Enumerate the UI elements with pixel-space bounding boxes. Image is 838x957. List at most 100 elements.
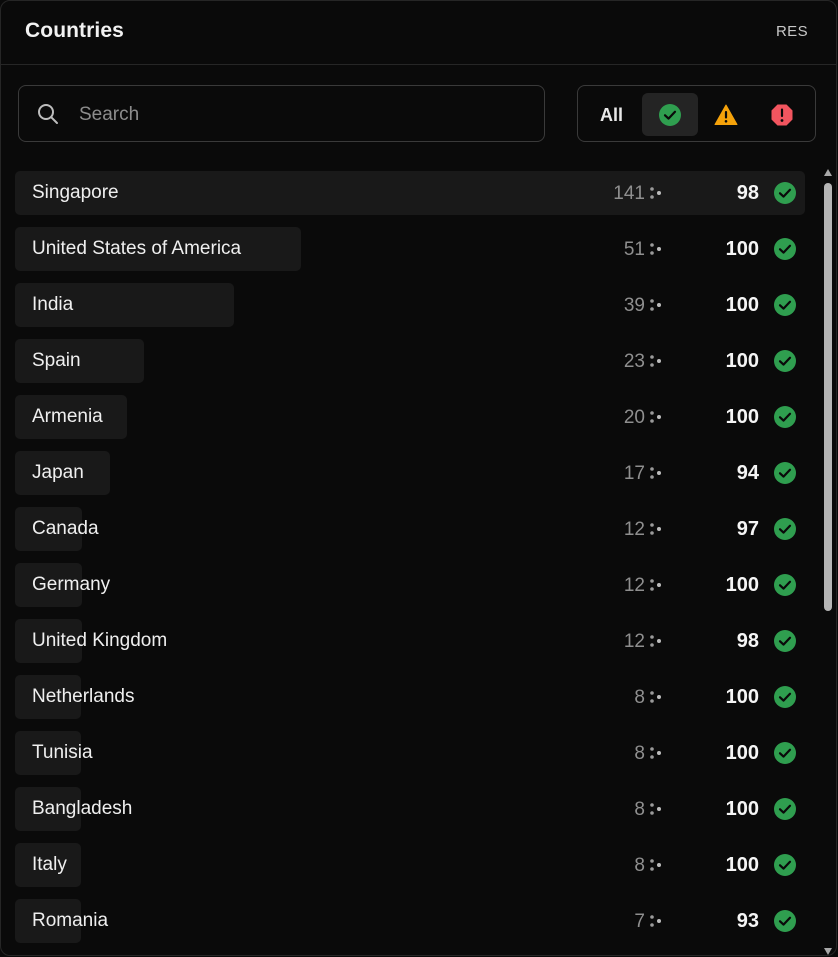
country-row[interactable]: Italy 8 100 [15, 843, 807, 899]
country-name: Canada [32, 518, 99, 539]
country-row[interactable]: Romania 7 93 [15, 899, 807, 955]
check-circle-icon [774, 294, 796, 316]
country-row[interactable]: Tunisia 8 100 [15, 731, 807, 787]
filter-warning[interactable] [698, 93, 754, 136]
nodes-icon [650, 915, 661, 927]
uptime-score: 97 [736, 518, 759, 540]
uptime-score: 94 [736, 462, 759, 484]
check-circle-icon [659, 103, 681, 126]
res-badge[interactable]: RES [776, 23, 808, 40]
uptime-score: 100 [725, 742, 759, 764]
node-count: 23 [623, 351, 645, 372]
nodes-icon [650, 355, 661, 367]
check-circle-icon [774, 406, 796, 428]
nodes-icon [650, 579, 661, 591]
scrollbar-thumb[interactable] [824, 183, 832, 611]
nodes-icon [650, 523, 661, 535]
uptime-score: 98 [736, 182, 759, 204]
search-box[interactable] [18, 85, 545, 142]
panel-header: Countries RES [1, 1, 836, 65]
uptime-score: 93 [736, 910, 759, 932]
node-count: 8 [634, 743, 645, 764]
scroll-up-arrow-icon[interactable] [824, 169, 832, 176]
nodes-icon [650, 635, 661, 647]
country-row[interactable]: United Kingdom 12 98 [15, 619, 807, 675]
countries-panel: Countries RES All [0, 0, 837, 956]
uptime-score: 100 [725, 854, 759, 876]
nodes-icon [650, 747, 661, 759]
warning-triangle-icon [714, 104, 738, 125]
country-name: Armenia [32, 406, 103, 427]
check-circle-icon [774, 518, 796, 540]
nodes-icon [650, 299, 661, 311]
filter-all[interactable]: All [600, 105, 623, 126]
node-count: 39 [623, 295, 645, 316]
node-count: 8 [634, 855, 645, 876]
scroll-down-arrow-icon[interactable] [824, 948, 832, 955]
country-name: United States of America [32, 238, 242, 259]
country-row[interactable]: Netherlands 8 100 [15, 675, 807, 731]
search-input[interactable] [77, 98, 521, 132]
check-circle-icon [774, 686, 796, 708]
country-row[interactable]: Canada 12 97 [15, 507, 807, 563]
check-circle-icon [774, 742, 796, 764]
country-name: Germany [32, 574, 111, 595]
check-circle-icon [774, 462, 796, 484]
country-name: Romania [32, 910, 109, 931]
country-list: Singapore 141 98 United States of America 51… [15, 171, 807, 955]
nodes-icon [650, 187, 661, 199]
country-row[interactable]: Spain 23 100 [15, 339, 807, 395]
node-count: 7 [634, 911, 645, 932]
panel-title: Countries [25, 19, 124, 42]
scrollbar[interactable] [822, 167, 834, 955]
uptime-score: 98 [736, 630, 759, 652]
check-circle-icon [774, 910, 796, 932]
node-count: 17 [623, 463, 645, 484]
node-count: 141 [613, 183, 645, 204]
nodes-icon [650, 467, 661, 479]
country-row[interactable]: Germany 12 100 [15, 563, 807, 619]
node-count: 20 [623, 407, 645, 428]
country-name: Japan [32, 462, 84, 483]
node-count: 8 [634, 687, 645, 708]
uptime-score: 100 [725, 686, 759, 708]
country-name: Singapore [32, 182, 119, 203]
node-count: 12 [623, 519, 645, 540]
check-circle-icon [774, 630, 796, 652]
country-name: Tunisia [32, 742, 93, 763]
share-bar [15, 171, 805, 215]
uptime-score: 100 [725, 350, 759, 372]
filter-ok[interactable] [642, 93, 698, 136]
uptime-score: 100 [725, 574, 759, 596]
node-count: 12 [623, 631, 645, 652]
search-icon [38, 104, 58, 124]
nodes-icon [650, 243, 661, 255]
nodes-icon [650, 691, 661, 703]
country-row[interactable]: India 39 100 [15, 283, 807, 339]
country-row[interactable]: Singapore 141 98 [15, 171, 807, 227]
country-row[interactable]: Bangladesh 8 100 [15, 787, 807, 843]
check-circle-icon [774, 854, 796, 876]
country-name: Spain [32, 350, 81, 371]
node-count: 8 [634, 799, 645, 820]
node-count: 51 [623, 239, 645, 260]
nodes-icon [650, 803, 661, 815]
country-name: Bangladesh [32, 798, 133, 819]
nodes-icon [650, 411, 661, 423]
check-circle-icon [774, 182, 796, 204]
status-filter: All [577, 85, 816, 142]
node-count: 12 [623, 575, 645, 596]
country-row[interactable]: Japan 17 94 [15, 451, 807, 507]
check-circle-icon [774, 798, 796, 820]
country-name: India [32, 294, 74, 315]
nodes-icon [650, 859, 661, 871]
filter-error[interactable] [754, 93, 810, 136]
country-name: United Kingdom [32, 630, 168, 651]
check-circle-icon [774, 574, 796, 596]
country-row[interactable]: Armenia 20 100 [15, 395, 807, 451]
uptime-score: 100 [725, 406, 759, 428]
uptime-score: 100 [725, 798, 759, 820]
check-circle-icon [774, 238, 796, 260]
country-name: Netherlands [32, 686, 135, 707]
country-row[interactable]: United States of America 51 100 [15, 227, 807, 283]
